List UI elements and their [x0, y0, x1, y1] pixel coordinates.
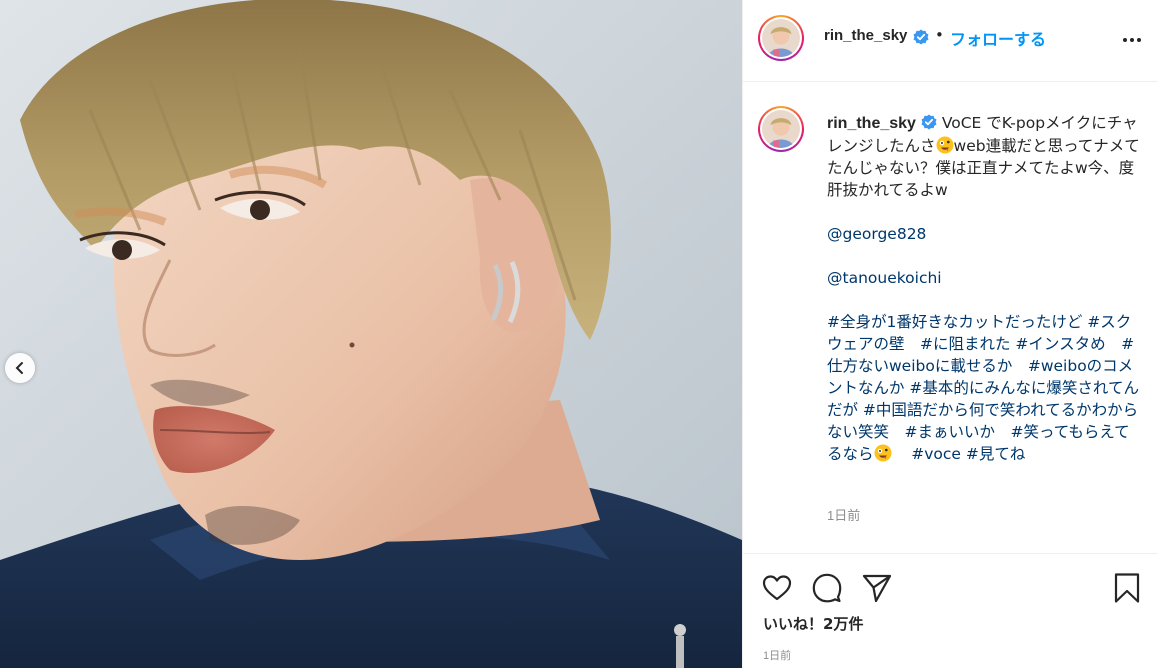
caption-hashtags: #全身が1番好きなカットだったけど #スクウェアの壁 #に阻まれた #インスタめ… [827, 311, 1145, 465]
zany-face-emoji [936, 136, 954, 154]
caption-timestamp: 1日前 [827, 508, 861, 523]
follow-button[interactable]: フォローする [950, 26, 1046, 50]
previous-photo-button[interactable] [5, 353, 35, 383]
header-separator: • [935, 26, 944, 44]
avatar-image [762, 19, 800, 57]
post-caption: rin_the_sky VoCE でK-popメイクにチャレンジしたんさ web連… [743, 82, 1158, 542]
post-photo [0, 0, 742, 668]
hashtag-voce[interactable]: #voce #見てね [911, 445, 1025, 463]
post-actions: いいね！2万件 1日前 [743, 553, 1158, 668]
mention-tanouekoichi[interactable]: @tanouekoichi [827, 267, 1145, 289]
author-avatar[interactable] [758, 15, 804, 61]
verified-badge-icon [913, 29, 929, 45]
zany-face-emoji [874, 444, 892, 462]
post-timestamp: 1日前 [763, 650, 792, 662]
caption-text: rin_the_sky VoCE でK-popメイクにチャレンジしたんさ web連… [827, 112, 1145, 465]
heart-icon[interactable] [761, 572, 793, 604]
post-media[interactable] [0, 0, 742, 668]
caption-intro: rin_the_sky VoCE でK-popメイクにチャレンジしたんさ web連… [827, 112, 1145, 201]
chevron-left-icon [15, 362, 23, 374]
like-count[interactable]: いいね！2万件 [763, 613, 863, 634]
post-side-panel: rin_the_sky • フォローする rin_the_sky VoCE でK… [742, 0, 1158, 668]
more-options-icon[interactable] [1118, 32, 1146, 48]
verified-badge-icon [921, 114, 937, 130]
bookmark-icon[interactable] [1111, 572, 1143, 604]
mention-george828[interactable]: @george828 [827, 223, 1145, 245]
paper-plane-icon[interactable] [861, 572, 893, 604]
hashtag-list[interactable]: #全身が1番好きなカットだったけど #スクウェアの壁 #に阻まれた #インスタめ… [827, 313, 1139, 463]
caption-username[interactable]: rin_the_sky [827, 115, 916, 132]
comment-icon[interactable] [811, 572, 843, 604]
avatar-image [762, 110, 800, 148]
post-header: rin_the_sky • フォローする [743, 0, 1158, 82]
caption-avatar[interactable] [758, 106, 804, 152]
author-username[interactable]: rin_the_sky [824, 27, 907, 44]
